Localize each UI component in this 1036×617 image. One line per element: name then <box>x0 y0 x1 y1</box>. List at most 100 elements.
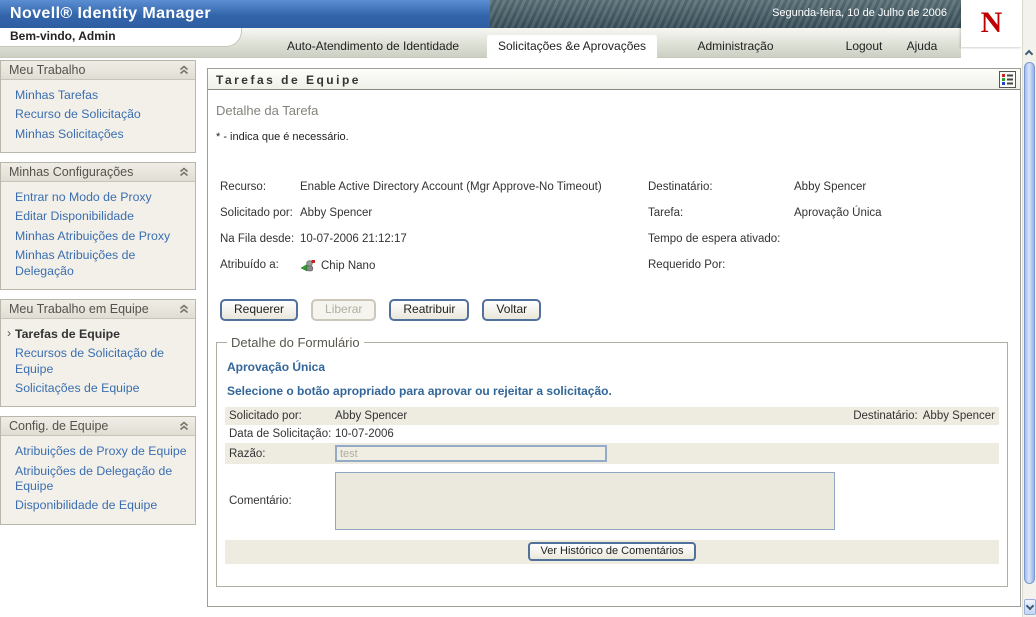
razao-input <box>335 445 607 462</box>
scroll-up-icon[interactable] <box>1024 46 1036 59</box>
section-body: Tarefas de Equipe Recursos de Solicitaçã… <box>1 318 195 407</box>
sidebar-section-meu-trabalho: Meu Trabalho Minhas Tarefas Recurso de S… <box>0 60 196 154</box>
page-title: Tarefas de Equipe <box>216 73 361 87</box>
form-row-data-solicitacao: Data de Solicitação: 10-07-2006 <box>225 425 999 443</box>
field-recurso-label: Recurso: <box>220 181 267 193</box>
sidebar-item-tarefas-de-equipe[interactable]: Tarefas de Equipe <box>7 326 187 342</box>
tab-solicitacoes-aprovacoes[interactable]: Solicitações &e Aprovações <box>487 35 657 58</box>
sidebar-item-atribuicoes-proxy-equipe[interactable]: Atribuições de Proxy de Equipe <box>15 444 187 459</box>
novell-logo-letter: N <box>980 6 1003 39</box>
sidebar: Meu Trabalho Minhas Tarefas Recurso de S… <box>0 60 196 534</box>
section-header-minhas-configuracoes[interactable]: Minhas Configurações <box>1 163 195 183</box>
task-action-buttons: Requerer Liberar Reatribuir Voltar <box>220 299 542 322</box>
section-title: Config. de Equipe <box>9 419 109 434</box>
sidebar-item-minhas-tarefas[interactable]: Minhas Tarefas <box>15 88 187 103</box>
field-destinatario-value: Abby Spencer <box>794 181 867 193</box>
welcome-label: Bem-vindo, Admin <box>0 28 242 47</box>
destinatario-value: Abby Spencer <box>922 410 995 422</box>
comment-history-row: Ver Histórico de Comentários <box>225 540 999 564</box>
form-row-comentario: Comentário: <box>225 468 999 534</box>
solicitado-por-label: Solicitado por: <box>229 410 302 422</box>
field-requerido-por-value <box>794 259 1010 290</box>
field-atribuido-a-label: Atribuído a: <box>220 259 279 271</box>
panel-title-bar: Tarefas de Equipe <box>208 69 1020 90</box>
sidebar-item-minhas-atribuicoes-proxy[interactable]: Minhas Atribuições de Proxy <box>15 229 187 244</box>
vertical-scrollbar <box>1022 0 1036 617</box>
field-tarefa-value: Aprovação Única <box>794 207 882 219</box>
header-texture-band: Segunda-feira, 10 de Julho de 2006 <box>490 0 961 28</box>
section-title: Minhas Configurações <box>9 165 134 180</box>
field-atribuido-a-value: Chip Nano <box>300 259 648 290</box>
collapse-chevrons-icon <box>179 304 189 313</box>
field-solicitado-por-label: Solicitado por: <box>220 207 293 219</box>
assigned-user-icon <box>300 260 315 272</box>
sidebar-section-config-de-equipe: Config. de Equipe Atribuições de Proxy d… <box>0 416 196 525</box>
field-tempo-espera-value <box>794 233 1010 259</box>
sidebar-item-entrar-modo-proxy[interactable]: Entrar no Modo de Proxy <box>15 190 187 205</box>
sidebar-item-recurso-de-solicitacao[interactable]: Recurso de Solicitação <box>15 107 187 122</box>
field-tarefa-label: Tarefa: <box>648 207 684 219</box>
section-title: Meu Trabalho em Equipe <box>9 301 149 316</box>
section-header-config-de-equipe[interactable]: Config. de Equipe <box>1 417 195 437</box>
page: Novell® Identity Manager Segunda-feira, … <box>0 0 1036 617</box>
collapse-chevrons-icon <box>179 421 189 431</box>
form-row-solicitado: Solicitado por: Abby Spencer Destinatári… <box>225 407 999 425</box>
sidebar-item-disponibilidade-equipe[interactable]: Disponibilidade de Equipe <box>15 498 187 513</box>
section-title: Meu Trabalho <box>9 63 86 77</box>
requerer-button[interactable]: Requerer <box>220 299 299 322</box>
form-row-razao: Razão: <box>225 443 999 464</box>
razao-label: Razão: <box>229 447 266 460</box>
field-solicitado-por-value: Abby Spencer <box>300 207 373 219</box>
destinatario-label: Destinatário: <box>853 410 918 422</box>
field-na-fila-desde-label: Na Fila desde: <box>220 233 295 245</box>
sidebar-item-solicitacoes-equipe[interactable]: Solicitações de Equipe <box>15 381 187 396</box>
brand-bar: Novell® Identity Manager <box>0 0 490 28</box>
section-header-meu-trabalho-em-equipe[interactable]: Meu Trabalho em Equipe <box>1 299 195 319</box>
data-solicitacao-value: 10-07-2006 <box>335 428 394 440</box>
section-body: Atribuições de Proxy de Equipe Atribuiçõ… <box>1 436 195 524</box>
display-options-button[interactable] <box>999 71 1016 88</box>
section-body: Entrar no Modo de Proxy Editar Disponibi… <box>1 182 195 289</box>
solicitado-por-value: Abby Spencer <box>335 410 408 422</box>
collapse-chevrons-icon <box>179 65 189 75</box>
form-heading: Aprovação Única <box>227 360 326 374</box>
sidebar-item-atribuicoes-delegacao-equipe[interactable]: Atribuições de Delegação de Equipe <box>15 464 187 495</box>
required-note: * - indica que é necessário. <box>216 131 349 143</box>
assigned-user-name: Chip Nano <box>321 260 376 272</box>
form-instruction: Selecione o botão apropriado para aprova… <box>227 384 612 398</box>
voltar-button[interactable]: Voltar <box>482 299 542 322</box>
field-na-fila-desde-value: 10-07-2006 21:12:17 <box>300 233 407 245</box>
sidebar-item-minhas-atribuicoes-delegacao[interactable]: Minhas Atribuições de Delegação <box>15 248 187 279</box>
scroll-down-icon[interactable] <box>1024 599 1036 615</box>
field-recurso-value: Enable Active Directory Account (Mgr App… <box>300 181 602 193</box>
sidebar-section-meu-trabalho-em-equipe: Meu Trabalho em Equipe Tarefas de Equipe… <box>0 298 196 408</box>
view-comment-history-button[interactable]: Ver Histórico de Comentários <box>528 542 696 561</box>
form-detail-fieldset: Detalhe do Formulário Aprovação Única Se… <box>216 335 1008 587</box>
content-panel: Tarefas de Equipe Detalhe da Tarefa * - … <box>207 68 1021 607</box>
comentario-textarea <box>335 472 835 530</box>
field-tempo-espera-label: Tempo de espera ativado: <box>648 233 781 245</box>
sidebar-item-recursos-solicitacao-equipe[interactable]: Recursos de Solicitação de Equipe <box>15 346 187 377</box>
sidebar-item-editar-disponibilidade[interactable]: Editar Disponibilidade <box>15 209 187 224</box>
novell-logo: N <box>961 0 1022 47</box>
tab-bar: Bem-vindo, Admin Auto-Atendimento de Ide… <box>0 28 961 58</box>
reatribuir-button[interactable]: Reatribuir <box>389 299 470 322</box>
sidebar-item-minhas-solicitacoes[interactable]: Minhas Solicitações <box>15 127 187 142</box>
section-header-meu-trabalho[interactable]: Meu Trabalho <box>1 61 195 80</box>
field-destinatario-label: Destinatário: <box>648 181 713 193</box>
form-legend: Detalhe do Formulário <box>231 335 360 350</box>
sidebar-section-minhas-configuracoes: Minhas Configurações Entrar no Modo de P… <box>0 162 196 290</box>
tab-auto-atendimento[interactable]: Auto-Atendimento de Identidade <box>258 35 488 57</box>
tab-administracao[interactable]: Administração <box>683 35 788 57</box>
task-details: Recurso: Enable Active Directory Account… <box>220 181 1010 290</box>
date-label: Segunda-feira, 10 de Julho de 2006 <box>772 7 947 19</box>
field-requerido-por-label: Requerido Por: <box>648 259 726 271</box>
collapse-chevrons-icon <box>179 167 189 177</box>
scrollbar-thumb[interactable] <box>1024 62 1035 584</box>
section-body: Minhas Tarefas Recurso de Solicitação Mi… <box>1 80 195 153</box>
panel-subtitle: Detalhe da Tarefa <box>216 103 319 118</box>
brand-title: Novell® Identity Manager <box>10 5 211 22</box>
data-solicitacao-label: Data de Solicitação: <box>229 428 332 440</box>
tab-logout[interactable]: Logout <box>833 35 895 57</box>
tab-ajuda[interactable]: Ajuda <box>893 35 951 57</box>
